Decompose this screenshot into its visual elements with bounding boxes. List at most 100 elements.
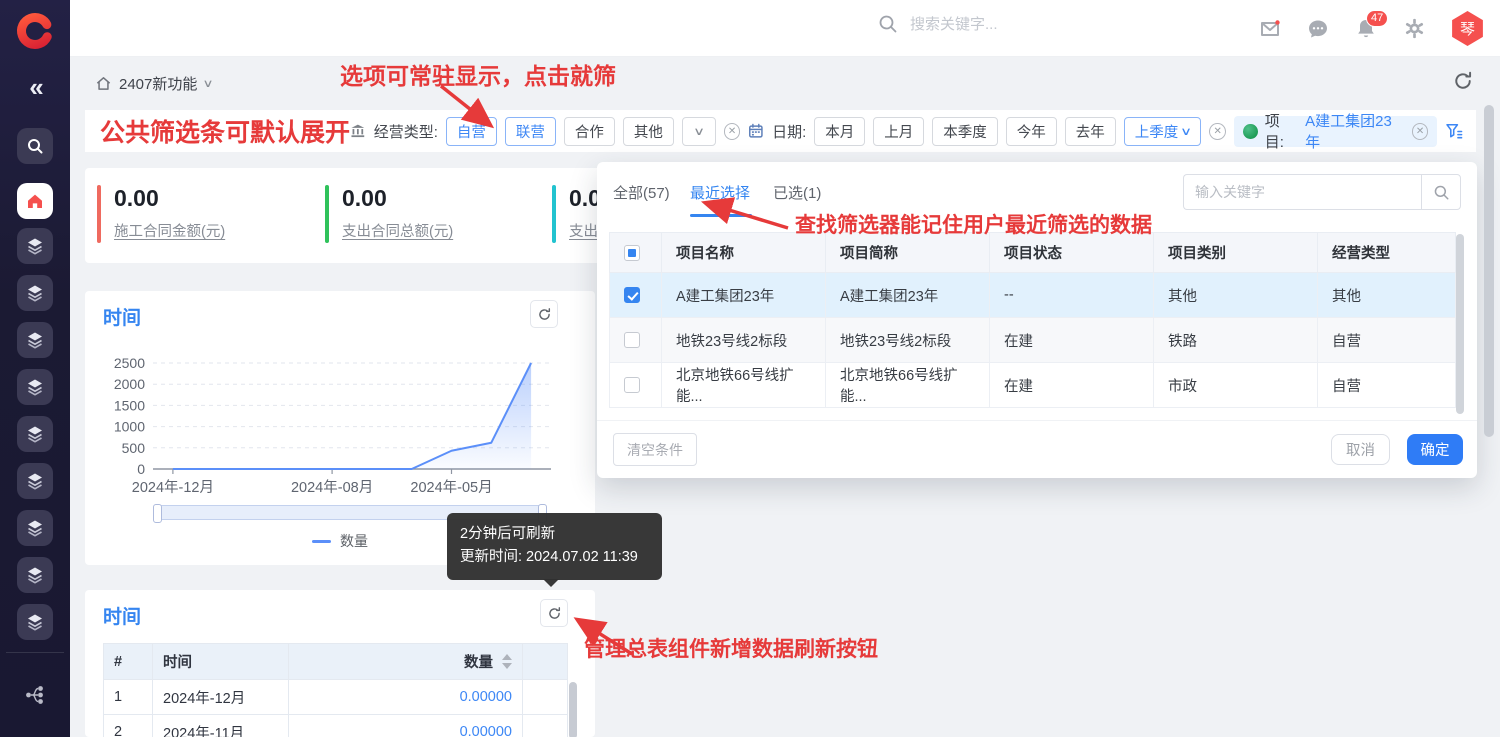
sidebar: «	[0, 0, 70, 737]
row-checkbox[interactable]	[624, 377, 640, 393]
notifications-button[interactable]: 47	[1354, 17, 1378, 41]
layers-icon	[25, 330, 45, 350]
page-scrollbar[interactable]	[1484, 105, 1494, 437]
column-header-amount[interactable]: 数量	[289, 644, 523, 680]
filter-date-shangyue[interactable]: 上月	[873, 117, 924, 146]
stat-card: 0.00 支出合同总额(元)	[325, 185, 453, 243]
stat-bar-0	[97, 185, 101, 243]
table-row[interactable]: 2 2024年-11月 0.00000	[104, 715, 568, 737]
confirm-button[interactable]: 确定	[1407, 434, 1463, 465]
row-checkbox[interactable]	[624, 332, 640, 348]
svg-text:0: 0	[137, 461, 145, 477]
table-scrollbar[interactable]	[569, 682, 577, 737]
row-checkbox[interactable]	[624, 287, 640, 303]
refresh-icon	[537, 307, 552, 322]
inbox-icon	[1258, 17, 1282, 41]
stat-card: 0.00 施工合同金额(元)	[97, 185, 225, 243]
tab-all[interactable]: 全部(57)	[613, 182, 670, 203]
sidebar-item-module-7[interactable]	[17, 510, 53, 546]
svg-text:2500: 2500	[114, 355, 145, 371]
page-refresh-button[interactable]	[1452, 70, 1474, 97]
layers-icon	[25, 283, 45, 303]
avatar[interactable]: 琴	[1450, 11, 1485, 46]
search-icon	[1433, 184, 1450, 201]
filter-date-shangjidu[interactable]: 上季度 ∨	[1124, 117, 1202, 146]
chevron-down-icon: ∨	[203, 77, 214, 90]
settings-button[interactable]	[1402, 17, 1426, 41]
project-row[interactable]: 北京地铁66号线扩能... 北京地铁66号线扩能... 在建 市政 自营	[610, 363, 1456, 408]
sidebar-item-module-6[interactable]	[17, 463, 53, 499]
sidebar-search-button[interactable]	[17, 128, 53, 164]
sidebar-item-module-4[interactable]	[17, 369, 53, 405]
sort-icon[interactable]	[502, 654, 512, 669]
stat-value: 0.00	[342, 185, 453, 211]
calendar-icon	[748, 123, 764, 139]
filter-date-jinnian[interactable]: 今年	[1006, 117, 1057, 146]
svg-text:1500: 1500	[114, 397, 145, 413]
project-clear-icon[interactable]: ✕	[1412, 123, 1429, 140]
panel-table-scrollbar[interactable]	[1456, 234, 1464, 414]
messages-button[interactable]	[1306, 17, 1330, 41]
panel-search-button[interactable]	[1421, 174, 1461, 210]
sidebar-item-home[interactable]	[17, 183, 53, 219]
panel-search-input[interactable]	[1183, 174, 1421, 210]
project-row[interactable]: 地铁23号线2标段 地铁23号线2标段 在建 铁路 自营	[610, 318, 1456, 363]
gear-icon	[1403, 17, 1426, 40]
app-logo-icon[interactable]	[13, 9, 57, 53]
filter-business-qita[interactable]: 其他	[623, 117, 674, 146]
filter-date-qunian[interactable]: 去年	[1065, 117, 1116, 146]
breadcrumb[interactable]: 2407新功能 ∨	[95, 73, 212, 94]
global-search-input[interactable]	[910, 16, 1130, 33]
sidebar-item-module-8[interactable]	[17, 557, 53, 593]
stat-label[interactable]: 施工合同金额(元)	[114, 220, 225, 241]
search-icon	[26, 137, 44, 155]
search-icon[interactable]	[878, 14, 898, 34]
cancel-button[interactable]: 取消	[1331, 434, 1390, 465]
amount-link[interactable]: 0.00000	[289, 680, 523, 715]
column-business-type: 经营类型	[1318, 233, 1456, 273]
chart-refresh-button[interactable]	[530, 300, 558, 328]
filter-business-lianying[interactable]: 联营	[505, 117, 556, 146]
panel-footer: 清空条件 取消 确定	[597, 420, 1477, 478]
layers-icon	[25, 424, 45, 444]
sidebar-item-module-5[interactable]	[17, 416, 53, 452]
bank-icon	[350, 123, 366, 139]
filter-funnel-icon[interactable]	[1445, 122, 1464, 141]
tooltip-line1: 2分钟后可刷新	[460, 523, 649, 546]
filter-date-benjidu[interactable]: 本季度	[932, 117, 998, 146]
business-type-label: 经营类型:	[374, 121, 438, 142]
amount-link[interactable]: 0.00000	[289, 715, 523, 737]
filter-date-benyue[interactable]: 本月	[814, 117, 865, 146]
business-type-dropdown-button[interactable]: ∨	[682, 117, 716, 146]
sidebar-item-module-2[interactable]	[17, 275, 53, 311]
chevron-down-icon: ∨	[1180, 125, 1192, 138]
project-row[interactable]: A建工集团23年 A建工集团23年 -- 其他 其他	[610, 273, 1456, 318]
table-refresh-button[interactable]	[540, 599, 568, 627]
layers-icon	[25, 377, 45, 397]
date-clear-icon[interactable]: ✕	[1209, 123, 1226, 140]
svg-text:500: 500	[122, 440, 146, 456]
business-type-clear-icon[interactable]: ✕	[724, 123, 741, 140]
tab-selected[interactable]: 已选(1)	[773, 182, 821, 203]
clear-conditions-button[interactable]: 清空条件	[613, 433, 697, 466]
sidebar-item-module-3[interactable]	[17, 322, 53, 358]
layers-icon	[25, 565, 45, 585]
sidebar-item-module-1[interactable]	[17, 228, 53, 264]
stat-label[interactable]: 支出合同总额(元)	[342, 220, 453, 241]
inbox-button[interactable]	[1258, 17, 1282, 41]
tab-recent[interactable]: 最近选择	[690, 182, 750, 203]
filter-business-hezuo[interactable]: 合作	[564, 117, 615, 146]
filter-bar: 公共筛选条可默认展开 经营类型: 自营 联营 合作 其他	[85, 110, 1476, 152]
table-row[interactable]: 1 2024年-12月 0.00000	[104, 680, 568, 715]
globe-icon	[1243, 124, 1258, 139]
time-area-chart[interactable]: 050010001500200025002024年-12月2024年-08月20…	[93, 349, 587, 499]
layers-icon	[25, 612, 45, 632]
legend-line-icon	[312, 540, 331, 543]
select-all-checkbox[interactable]	[624, 245, 640, 261]
sidebar-item-module-9[interactable]	[17, 604, 53, 640]
project-value: A建工集团23年	[1305, 110, 1405, 152]
sidebar-item-flow[interactable]	[24, 684, 46, 711]
project-filter-chip[interactable]: 项目: A建工集团23年 ✕	[1234, 116, 1437, 147]
sidebar-collapse-icon[interactable]: «	[0, 74, 70, 100]
filter-business-ziying[interactable]: 自营	[446, 117, 497, 146]
